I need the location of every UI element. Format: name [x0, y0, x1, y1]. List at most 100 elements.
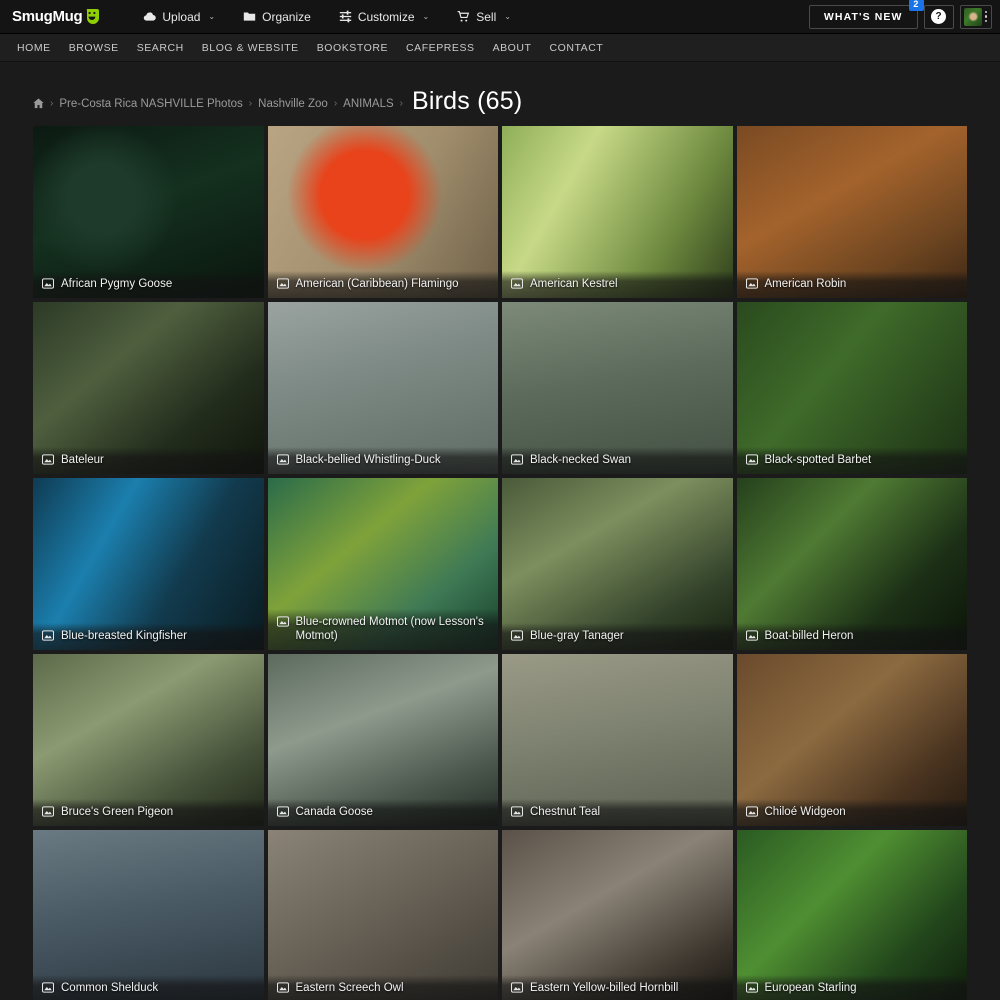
photo-icon	[276, 454, 289, 465]
photo-caption: Eastern Screech Owl	[267, 975, 498, 1000]
photo-title: Eastern Screech Owl	[295, 982, 404, 994]
photo-icon	[511, 806, 523, 817]
photo-caption: Black-bellied Whistling-Duck	[267, 447, 498, 474]
nav-item-contact[interactable]: CONTACT	[541, 34, 613, 62]
photo-tile[interactable]: European Starling	[736, 830, 967, 1000]
question-mark-icon: ?	[931, 9, 946, 24]
smiley-logo-icon	[85, 9, 100, 24]
photo-tile[interactable]: Black-necked Swan	[502, 302, 733, 474]
nav-item-browse[interactable]: BROWSE	[60, 34, 128, 62]
toolbar-label-upload: Upload	[162, 9, 201, 24]
photo-icon	[511, 278, 523, 289]
photo-icon	[745, 278, 758, 289]
photo-icon	[745, 982, 758, 993]
photo-tile[interactable]: American Kestrel	[502, 126, 733, 298]
photo-icon	[42, 982, 54, 993]
nav-item-blog-website[interactable]: BLOG & WEBSITE	[193, 34, 308, 62]
photo-tile[interactable]: Bateleur	[33, 302, 264, 474]
photo-caption: European Starling	[736, 975, 967, 1000]
nav-item-about[interactable]: ABOUT	[484, 34, 541, 62]
photo-tile[interactable]: Canada Goose	[267, 654, 498, 826]
toolbar-right-group: WHAT'S NEW 2 ?	[808, 0, 992, 29]
photo-title: Black-spotted Barbet	[764, 454, 872, 466]
photo-icon	[511, 630, 523, 641]
chevron-down-icon[interactable]: ⌄	[208, 12, 215, 21]
photo-icon	[276, 806, 289, 817]
toolbar-item-organize[interactable]: Organize	[229, 0, 325, 34]
photo-tile[interactable]: African Pygmy Goose	[33, 126, 264, 298]
photo-tile[interactable]: Black-spotted Barbet	[736, 302, 967, 474]
photo-grid: African Pygmy Goose American (Caribbean) …	[0, 126, 1000, 1000]
photo-caption: Blue-breasted Kingfisher	[33, 623, 264, 650]
account-menu-button[interactable]	[959, 4, 992, 29]
kebab-menu-icon[interactable]	[984, 10, 987, 23]
photo-title: Common Shelduck	[61, 982, 159, 994]
photo-tile[interactable]: Common Shelduck	[33, 830, 264, 1000]
cloud-upload-icon	[143, 10, 157, 23]
photo-title: American Robin	[764, 278, 847, 290]
photo-icon	[745, 806, 758, 817]
photo-tile[interactable]: Blue-gray Tanager	[502, 478, 733, 650]
photo-tile[interactable]: Blue-breasted Kingfisher	[33, 478, 264, 650]
nav-item-home[interactable]: HOME	[8, 34, 60, 62]
chevron-down-icon[interactable]: ⌄	[423, 12, 430, 21]
whats-new-label: WHAT'S NEW	[823, 10, 903, 23]
photo-tile[interactable]: Boat-billed Heron	[736, 478, 967, 650]
brand-name: SmugMug	[12, 8, 83, 25]
photo-title: Bruce's Green Pigeon	[61, 806, 174, 818]
toolbar-item-sell[interactable]: Sell ⌄	[443, 0, 525, 34]
photo-title: European Starling	[764, 982, 857, 994]
photo-tile[interactable]: Chestnut Teal	[502, 654, 733, 826]
photo-caption: Chiloé Widgeon	[736, 799, 967, 826]
photo-title: Chestnut Teal	[530, 806, 601, 818]
photo-tile[interactable]: Chiloé Widgeon	[736, 654, 967, 826]
chevron-down-icon[interactable]: ⌄	[504, 12, 511, 21]
nav-item-cafepress[interactable]: CAFEPRESS	[397, 34, 484, 62]
photo-tile[interactable]: American (Caribbean) Flamingo	[267, 126, 498, 298]
breadcrumb-item-3[interactable]: ANIMALS	[343, 98, 394, 110]
photo-caption: Chestnut Teal	[502, 799, 733, 826]
photo-icon	[42, 806, 54, 817]
photo-title: Bateleur	[61, 454, 104, 466]
whats-new-badge: 2	[909, 0, 924, 11]
photo-icon	[511, 454, 523, 465]
photo-title: Blue-gray Tanager	[530, 630, 624, 642]
photo-title: American Kestrel	[530, 278, 618, 290]
photo-title: Boat-billed Heron	[764, 630, 854, 642]
photo-title: Black-necked Swan	[530, 454, 631, 466]
photo-tile[interactable]: Eastern Screech Owl	[267, 830, 498, 1000]
photo-tile[interactable]: Bruce's Green Pigeon	[33, 654, 264, 826]
photo-tile[interactable]: American Robin	[736, 126, 967, 298]
photo-title: Blue-breasted Kingfisher	[61, 630, 187, 642]
sliders-icon	[339, 10, 352, 23]
nav-item-search[interactable]: SEARCH	[128, 34, 193, 62]
photo-icon	[745, 454, 758, 465]
breadcrumb-separator: ›	[333, 98, 338, 109]
home-icon[interactable]	[33, 98, 44, 109]
photo-icon	[42, 630, 54, 641]
help-button[interactable]: ?	[923, 4, 954, 29]
photo-icon	[276, 616, 289, 627]
toolbar-item-upload[interactable]: Upload ⌄	[129, 0, 229, 34]
photo-title: American (Caribbean) Flamingo	[295, 278, 459, 290]
photo-tile[interactable]: Blue-crowned Motmot (now Lesson's Motmot…	[267, 478, 498, 650]
toolbar-item-customize[interactable]: Customize ⌄	[325, 0, 443, 34]
photo-icon	[42, 454, 54, 465]
photo-tile[interactable]: Black-bellied Whistling-Duck	[267, 302, 498, 474]
avatar	[963, 7, 982, 26]
photo-icon	[276, 982, 289, 993]
smugmug-logo[interactable]: SmugMug	[12, 8, 100, 25]
toolbar-label-customize: Customize	[357, 9, 415, 24]
breadcrumb-separator: ›	[399, 98, 403, 109]
breadcrumb-item-2[interactable]: Nashville Zoo	[258, 98, 328, 110]
photo-caption: Blue-gray Tanager	[502, 623, 733, 650]
photo-tile[interactable]: Eastern Yellow-billed Hornbill	[502, 830, 733, 1000]
photo-title: Canada Goose	[295, 806, 373, 818]
photo-caption: Bruce's Green Pigeon	[33, 799, 264, 826]
toolbar-label-organize: Organize	[262, 9, 311, 24]
whats-new-button[interactable]: WHAT'S NEW 2	[808, 0, 924, 29]
breadcrumb-item-1[interactable]: Pre-Costa Rica NASHVILLE Photos	[59, 98, 242, 110]
photo-caption: Eastern Yellow-billed Hornbill	[502, 975, 733, 1000]
nav-item-bookstore[interactable]: BOOKSTORE	[308, 34, 397, 62]
top-toolbar: SmugMug Upload ⌄ Organize Customize ⌄ Se…	[0, 0, 1000, 34]
